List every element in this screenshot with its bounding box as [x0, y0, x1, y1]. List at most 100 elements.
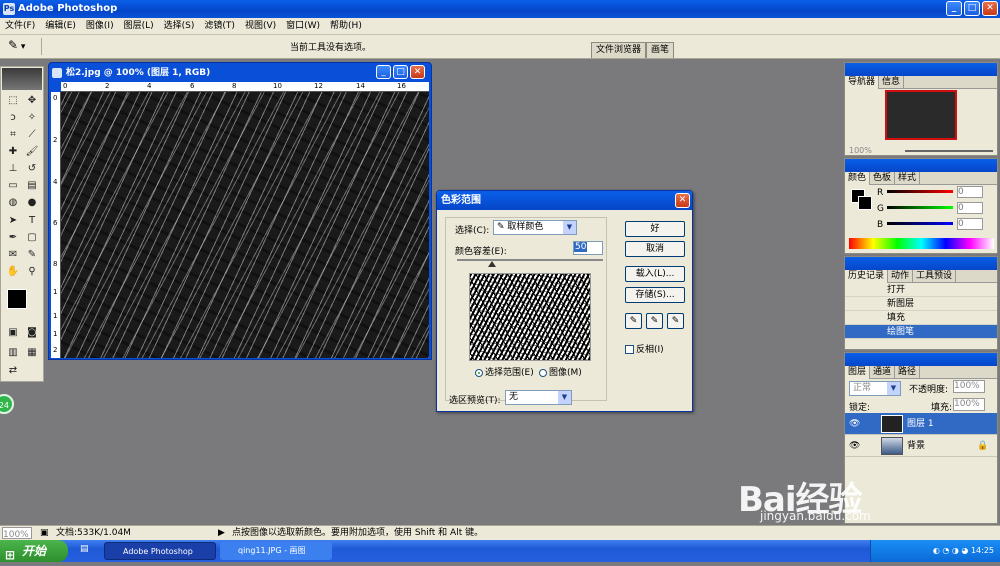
- layer-row[interactable]: 👁 图层 1: [845, 413, 997, 435]
- menu-file[interactable]: 文件(F): [0, 18, 40, 35]
- path-select-icon[interactable]: ➤: [5, 213, 21, 228]
- eye-icon[interactable]: 👁: [849, 435, 860, 457]
- move-tool-icon[interactable]: ✥: [24, 93, 40, 108]
- navigator-zoom-slider[interactable]: [905, 150, 993, 152]
- red-value[interactable]: 0: [957, 186, 983, 198]
- radio-selection[interactable]: 选择范围(E): [475, 365, 534, 378]
- start-button[interactable]: ⊞ 开始: [0, 540, 68, 562]
- doc-maximize-button[interactable]: □: [393, 65, 408, 79]
- load-button[interactable]: 载入(L)...: [625, 266, 685, 282]
- notes-tool-icon[interactable]: ✉: [5, 247, 21, 262]
- pen-tool-icon[interactable]: ✒: [5, 230, 21, 245]
- navigator-thumbnail[interactable]: [885, 90, 957, 140]
- tab-layers[interactable]: 图层: [845, 366, 871, 379]
- eyedropper-plus-button[interactable]: ✎: [646, 313, 663, 329]
- screen-mode-icon[interactable]: ▥: [5, 345, 21, 360]
- menu-image[interactable]: 图像(I): [81, 18, 119, 35]
- color-spectrum-bar[interactable]: [849, 238, 994, 249]
- jump-to-imageready-icon[interactable]: ⇄: [5, 363, 21, 378]
- doc-minimize-button[interactable]: _: [376, 65, 391, 79]
- menu-help[interactable]: 帮助(H): [325, 18, 367, 35]
- layer-row[interactable]: 👁 背景 🔒: [845, 435, 997, 457]
- green-value[interactable]: 0: [957, 202, 983, 214]
- menu-filter[interactable]: 滤镜(T): [199, 18, 240, 35]
- dodge-tool-icon[interactable]: ●: [24, 195, 40, 210]
- save-button[interactable]: 存储(S)...: [625, 287, 685, 303]
- healing-brush-icon[interactable]: ✚: [5, 144, 21, 159]
- lasso-tool-icon[interactable]: ↄ: [5, 110, 21, 125]
- radio-image[interactable]: 图像(M): [539, 365, 582, 378]
- close-button[interactable]: ✕: [982, 1, 998, 16]
- tab-actions[interactable]: 动作: [888, 270, 914, 283]
- foreground-color-swatch[interactable]: [7, 289, 27, 309]
- navigator-zoom[interactable]: 100%: [849, 146, 872, 155]
- type-tool-icon[interactable]: T: [24, 213, 40, 228]
- tolerance-slider-thumb[interactable]: [488, 261, 496, 267]
- tab-history[interactable]: 历史记录: [845, 270, 889, 283]
- green-slider[interactable]: [887, 206, 953, 209]
- tool-preset-picker[interactable]: ✎ ▾: [8, 38, 42, 55]
- doc-close-button[interactable]: ✕: [410, 65, 425, 79]
- eyedropper-button[interactable]: ✎: [625, 313, 642, 329]
- fill-input[interactable]: 100%: [953, 398, 985, 411]
- menu-edit[interactable]: 编辑(E): [40, 18, 81, 35]
- history-item-open[interactable]: 打开: [845, 283, 997, 297]
- selection-preview-dropdown[interactable]: 无 ▼: [505, 390, 572, 405]
- shape-tool-icon[interactable]: ▢: [24, 230, 40, 245]
- opacity-input[interactable]: 100%: [953, 380, 985, 393]
- eraser-tool-icon[interactable]: ▭: [5, 178, 21, 193]
- tab-tool-presets[interactable]: 工具预设: [913, 270, 957, 283]
- eyedropper-tool-icon[interactable]: ✎: [24, 247, 40, 262]
- invert-checkbox[interactable]: 反相(I): [625, 342, 664, 355]
- history-item-fill[interactable]: 填充: [845, 311, 997, 325]
- crop-tool-icon[interactable]: ⌗: [5, 127, 21, 142]
- cancel-button[interactable]: 取消: [625, 241, 685, 257]
- menu-view[interactable]: 视图(V): [240, 18, 281, 35]
- color-bg-swatch[interactable]: [858, 196, 872, 210]
- image-canvas[interactable]: [61, 92, 429, 358]
- dialog-close-button[interactable]: ✕: [675, 193, 690, 208]
- red-slider[interactable]: [887, 190, 953, 193]
- ok-button[interactable]: 好: [625, 221, 685, 237]
- quicklaunch-icon[interactable]: ▤: [80, 544, 89, 554]
- minimize-button[interactable]: _: [946, 1, 962, 16]
- tab-swatches[interactable]: 色板: [870, 172, 896, 185]
- slice-tool-icon[interactable]: ⟋: [24, 127, 40, 142]
- tab-paths[interactable]: 路径: [895, 366, 921, 379]
- quick-mask-icon[interactable]: ◙: [24, 325, 40, 340]
- tab-styles[interactable]: 样式: [895, 172, 921, 185]
- history-item-brush[interactable]: 绘图笔: [845, 325, 997, 339]
- history-brush-icon[interactable]: ↺: [24, 161, 40, 176]
- task-photoshop[interactable]: Adobe Photoshop: [104, 542, 216, 560]
- eye-icon[interactable]: 👁: [849, 413, 860, 435]
- hand-tool-icon[interactable]: ✋: [5, 264, 21, 279]
- brush-tool-icon[interactable]: 🖌: [24, 144, 40, 159]
- tab-brushes[interactable]: 画笔: [646, 42, 675, 58]
- select-dropdown[interactable]: ✎ 取样颜色 ▼: [493, 220, 577, 235]
- zoom-tool-icon[interactable]: ⚲: [24, 264, 40, 279]
- menu-layer[interactable]: 图层(L): [119, 18, 159, 35]
- menu-window[interactable]: 窗口(W): [281, 18, 325, 35]
- tolerance-slider-track[interactable]: [457, 259, 603, 261]
- tab-color[interactable]: 颜色: [845, 172, 871, 185]
- gradient-tool-icon[interactable]: ▤: [24, 178, 40, 193]
- standard-mode-icon[interactable]: ▣: [5, 325, 21, 340]
- tab-channels[interactable]: 通道: [870, 366, 896, 379]
- task-paint[interactable]: qing11.JPG - 画图: [220, 542, 332, 560]
- status-zoom[interactable]: 100%: [2, 527, 32, 540]
- blue-value[interactable]: 0: [957, 218, 983, 230]
- magic-wand-icon[interactable]: ✧: [24, 110, 40, 125]
- clock[interactable]: 14:25: [971, 546, 994, 555]
- menu-select[interactable]: 选择(S): [159, 18, 200, 35]
- fullscreen-mode-icon[interactable]: ▦: [24, 345, 40, 360]
- tab-info[interactable]: 信息: [879, 76, 905, 89]
- eyedropper-minus-button[interactable]: ✎: [667, 313, 684, 329]
- tray-icons[interactable]: ◐ ◔ ◑ ◕: [933, 546, 971, 555]
- maximize-button[interactable]: □: [964, 1, 980, 16]
- status-doc-size[interactable]: 文档:533K/1.04M: [56, 526, 131, 540]
- history-item-new-layer[interactable]: 新图层: [845, 297, 997, 311]
- blur-tool-icon[interactable]: ◍: [5, 195, 21, 210]
- clone-stamp-icon[interactable]: ⊥: [5, 161, 21, 176]
- blend-mode-dropdown[interactable]: 正常 ▼: [849, 381, 901, 396]
- tab-file-browser[interactable]: 文件浏览器: [591, 42, 647, 58]
